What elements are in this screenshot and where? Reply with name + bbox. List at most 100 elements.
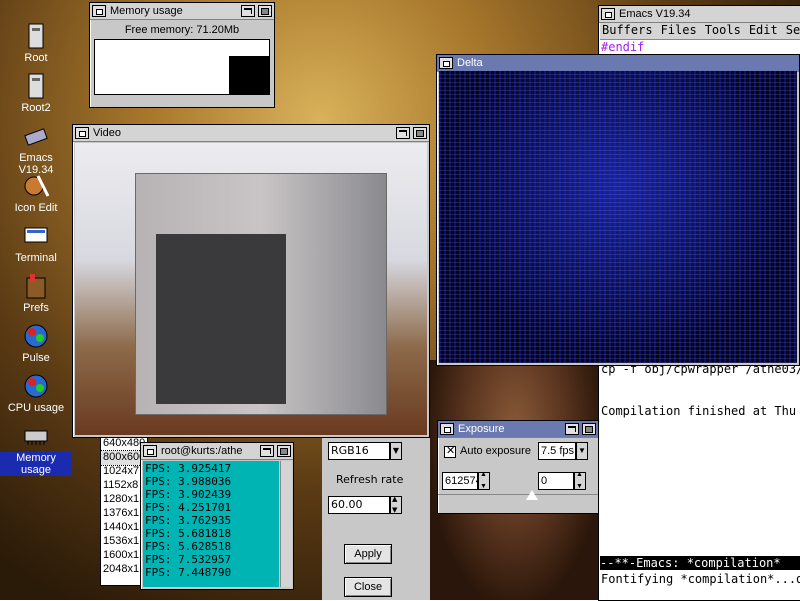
desktop-icon-memory-usage[interactable]: Memory usage bbox=[0, 422, 72, 476]
refresh-rate-stepper[interactable] bbox=[390, 495, 402, 514]
desktop-icon-root2[interactable]: Root2 bbox=[0, 72, 72, 114]
gain-value-input[interactable]: 0 bbox=[538, 472, 574, 490]
delta-title: Delta bbox=[457, 57, 483, 69]
exposure-slider-thumb[interactable] bbox=[526, 490, 538, 500]
chevron-down-icon[interactable]: ▼ bbox=[390, 442, 402, 460]
close-icon[interactable] bbox=[92, 5, 106, 17]
terminal-title: root@kurts:/athe bbox=[161, 445, 243, 457]
menu-buffers[interactable]: Buffers bbox=[602, 23, 653, 37]
auto-exposure-checkbox[interactable] bbox=[444, 444, 456, 458]
exposure-stepper[interactable] bbox=[478, 471, 490, 490]
emacs-icon bbox=[24, 128, 48, 146]
desktop-icon-label: Icon Edit bbox=[14, 202, 58, 214]
terminal-line: FPS: 4.251701 bbox=[145, 501, 232, 514]
terminal-scrollbar[interactable] bbox=[280, 461, 292, 587]
desktop-icon-label: Root bbox=[24, 52, 48, 64]
close-icon[interactable] bbox=[440, 423, 454, 435]
memory-graph bbox=[94, 39, 270, 95]
delta-image bbox=[439, 71, 797, 363]
prefs-icon bbox=[26, 274, 46, 299]
zoom-icon[interactable] bbox=[241, 5, 255, 17]
memory-titlebar[interactable]: Memory usage bbox=[90, 3, 274, 20]
emacs-minibuffer: Fontifying *compilation*...do bbox=[601, 572, 800, 586]
zoom-icon[interactable] bbox=[565, 423, 579, 435]
depth-icon[interactable] bbox=[277, 445, 291, 457]
delta-noise bbox=[439, 71, 797, 363]
terminal-icon bbox=[24, 227, 48, 243]
desktop-icon-label: Terminal bbox=[15, 252, 57, 264]
emacs-line: #endif bbox=[601, 40, 645, 54]
emacs-line bbox=[600, 376, 800, 390]
gain-stepper[interactable] bbox=[574, 471, 586, 490]
fps-select[interactable]: 7.5 fps bbox=[538, 442, 576, 460]
desktop-icon-label: Root2 bbox=[21, 102, 51, 114]
desktop-icon-pulse[interactable]: Pulse bbox=[0, 322, 72, 364]
emacs-line bbox=[600, 390, 800, 404]
desktop-icon-label: Prefs bbox=[23, 302, 49, 314]
close-icon[interactable] bbox=[143, 445, 157, 457]
depth-icon[interactable] bbox=[258, 5, 272, 17]
pulse-icon bbox=[24, 324, 48, 348]
delta-window[interactable]: Delta bbox=[436, 54, 800, 366]
video-feed bbox=[75, 143, 427, 435]
desktop-icon-prefs[interactable]: Prefs bbox=[0, 272, 72, 314]
terminal-line: FPS: 3.762935 bbox=[145, 514, 232, 527]
exposure-slider-track[interactable] bbox=[438, 494, 598, 495]
desktop-icon-cpu-usage[interactable]: CPU usage bbox=[0, 372, 72, 414]
desktop-icon-root[interactable]: Root bbox=[0, 22, 72, 64]
icon-edit-icon bbox=[24, 175, 50, 197]
close-icon[interactable] bbox=[75, 127, 89, 139]
disk-icon bbox=[28, 73, 44, 99]
zoom-icon[interactable] bbox=[260, 445, 274, 457]
desktop-icon-emacs[interactable]: Emacs V19.34 bbox=[0, 122, 72, 176]
close-icon[interactable] bbox=[439, 57, 453, 69]
apply-button[interactable]: Apply bbox=[344, 544, 392, 564]
format-select[interactable]: RGB16 bbox=[328, 442, 390, 460]
terminal-line: FPS: 5.681818 bbox=[145, 527, 232, 540]
menu-files[interactable]: Files bbox=[661, 23, 697, 37]
emacs-modeline: --**-Emacs: *compilation* bbox=[600, 556, 800, 570]
refresh-rate-label: Refresh rate bbox=[336, 473, 404, 486]
cpu-usage-icon bbox=[24, 374, 48, 398]
depth-icon[interactable] bbox=[413, 127, 427, 139]
control-panel: RGB16 ▼ Refresh rate 60.00 bbox=[322, 436, 430, 600]
terminal-line: FPS: 7.448790 bbox=[145, 566, 232, 579]
terminal-output[interactable]: FPS: 3.925417 FPS: 3.988036 FPS: 3.902439 F… bbox=[143, 461, 279, 587]
menu-edit[interactable]: Edit bbox=[749, 23, 778, 37]
depth-icon[interactable] bbox=[582, 423, 596, 435]
terminal-titlebar[interactable]: root@kurts:/athe bbox=[141, 443, 293, 460]
exposure-title: Exposure bbox=[458, 423, 505, 435]
video-titlebar[interactable]: Video bbox=[73, 125, 429, 142]
close-button[interactable]: Close bbox=[344, 577, 392, 597]
emacs-menubar: Buffers Files Tools Edit Sear bbox=[600, 23, 800, 40]
close-icon[interactable] bbox=[601, 8, 615, 20]
zoom-icon[interactable] bbox=[396, 127, 410, 139]
video-title: Video bbox=[93, 127, 121, 139]
menu-tools[interactable]: Tools bbox=[705, 23, 741, 37]
emacs-title: Emacs V19.34 bbox=[619, 8, 691, 20]
memory-used-bar bbox=[228, 56, 269, 94]
terminal-line: FPS: 5.628518 bbox=[145, 540, 232, 553]
video-window[interactable]: Video bbox=[72, 124, 430, 438]
delta-titlebar[interactable]: Delta bbox=[437, 55, 799, 72]
desktop-icon-label: CPU usage bbox=[7, 402, 65, 414]
terminal-line: FPS: 7.532957 bbox=[145, 553, 232, 566]
video-computer-case bbox=[135, 173, 387, 415]
desktop-icon-terminal[interactable]: Terminal bbox=[0, 222, 72, 264]
memory-chip-icon bbox=[24, 430, 48, 445]
memory-usage-window[interactable]: Memory usage Free memory: 71.20Mb bbox=[89, 2, 275, 108]
terminal-window[interactable]: root@kurts:/athe FPS: 3.925417 FPS: 3.988… bbox=[140, 442, 294, 590]
chevron-down-icon[interactable]: ▼ bbox=[576, 442, 588, 460]
exposure-titlebar[interactable]: Exposure bbox=[438, 421, 598, 438]
exposure-value-input[interactable]: 612574 bbox=[442, 472, 478, 490]
terminal-line: FPS: 3.902439 bbox=[145, 488, 232, 501]
menu-search[interactable]: Sear bbox=[786, 23, 800, 37]
terminal-line: FPS: 3.988036 bbox=[145, 475, 232, 488]
refresh-rate-input[interactable]: 60.00 bbox=[328, 496, 390, 514]
disk-icon bbox=[28, 23, 44, 49]
emacs-titlebar[interactable]: Emacs V19.34 bbox=[599, 6, 800, 23]
desktop-icon-icon-edit[interactable]: Icon Edit bbox=[0, 172, 72, 214]
exposure-window[interactable]: Exposure Auto exposure 7.5 fps ▼ 612574 … bbox=[437, 420, 599, 514]
desktop-icon-label: Pulse bbox=[22, 352, 50, 364]
emacs-line: Compilation finished at Thu I bbox=[601, 404, 800, 418]
